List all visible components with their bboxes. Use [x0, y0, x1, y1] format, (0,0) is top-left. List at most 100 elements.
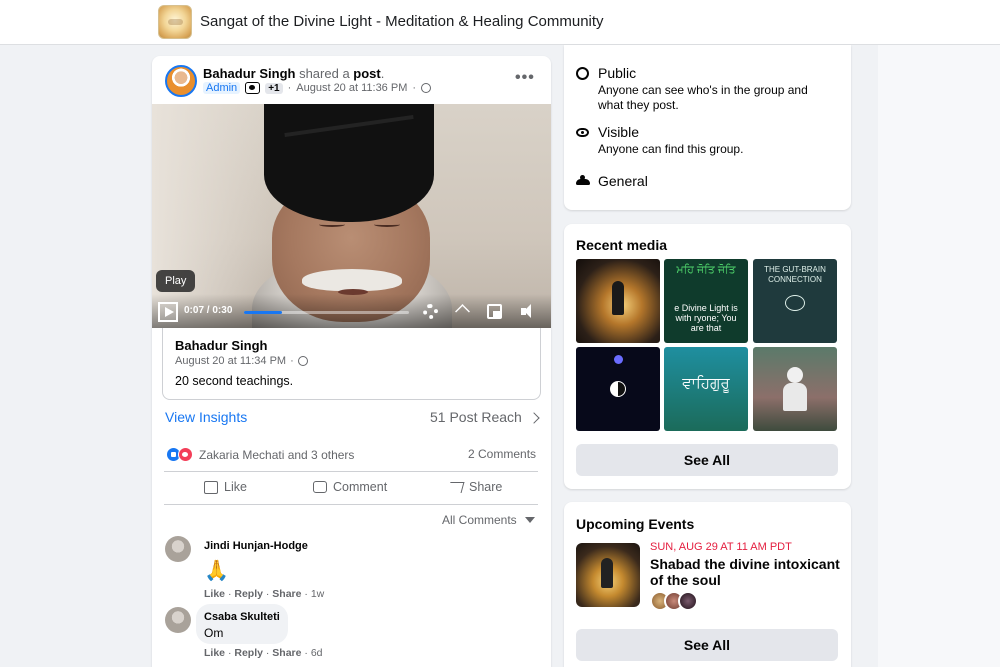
video-progress-bar[interactable] — [244, 311, 409, 314]
group-type-title: General — [598, 173, 648, 189]
meta-separator: · — [412, 82, 417, 94]
post-reach[interactable]: 51 Post Reach — [430, 409, 540, 425]
media-tile[interactable] — [576, 259, 660, 343]
post-reach-label: 51 Post Reach — [430, 409, 522, 425]
fullscreen-expand-icon[interactable] — [455, 304, 470, 319]
shared-post-meta: August 20 at 11:34 PM · — [175, 355, 308, 367]
media-tile[interactable] — [753, 347, 837, 431]
love-reaction-icon — [178, 447, 193, 462]
comments-filter-label: All Comments — [442, 513, 517, 527]
event-attendees[interactable] — [650, 591, 698, 611]
upcoming-events-card: Upcoming Events SUN, AUG 29 AT 11 AM PDT… — [564, 502, 851, 667]
globe-icon — [297, 356, 308, 366]
privacy-description: Anyone can see who's in the group and wh… — [598, 83, 808, 112]
media-tile-text: ਵਾਹਿਗੁਰੂ — [682, 375, 730, 392]
post-timestamp[interactable]: August 20 at 11:36 PM — [296, 82, 407, 94]
media-tile-text: e Divine Light is with ryone; You are th… — [674, 303, 738, 333]
comments-filter-dropdown[interactable]: All Comments — [442, 513, 535, 527]
member-badge-icon[interactable] — [245, 82, 261, 94]
comment-age[interactable]: 1w — [311, 588, 324, 600]
people-icon — [576, 175, 590, 188]
media-tile[interactable]: ਵਾਹਿਗੁਰੂ — [664, 347, 748, 431]
comment-actions: Like · Reply · Share · 1w — [204, 588, 324, 600]
video-frame-mustache — [302, 269, 402, 291]
commenter-name[interactable]: Csaba Skulteti — [204, 611, 280, 623]
post-author-name[interactable]: Bahadur Singh — [203, 66, 295, 81]
media-tile[interactable] — [576, 347, 660, 431]
comment-reply-link[interactable]: Reply — [234, 647, 263, 659]
settings-gear-icon[interactable] — [423, 304, 438, 319]
separator: · — [304, 588, 308, 600]
comment-age[interactable]: 6d — [311, 647, 323, 659]
meta-separator: · — [287, 82, 292, 94]
duration: 0:30 — [212, 305, 233, 316]
play-icon[interactable] — [158, 302, 178, 322]
shared-post-author[interactable]: Bahadur Singh — [175, 338, 267, 353]
separator: · — [227, 588, 232, 600]
media-tile[interactable]: ਮਹਿ ਜੋਤਿ ਜੋਤਿ e Divine Light is with ryo… — [664, 259, 748, 343]
extra-badges-count[interactable]: +1 — [265, 82, 283, 94]
shared-period: . — [380, 66, 385, 81]
see-all-media-button[interactable]: See All — [576, 444, 838, 476]
video-frame-turban — [264, 104, 434, 222]
about-card: Public Anyone can see who's in the group… — [564, 45, 851, 210]
shared-post-box[interactable]: Bahadur Singh August 20 at 11:34 PM · 20… — [162, 328, 541, 400]
comment-reply-link[interactable]: Reply — [234, 588, 263, 600]
separator: · — [265, 647, 270, 659]
caret-down-icon — [524, 517, 535, 523]
globe-icon — [576, 67, 589, 80]
comment-button[interactable]: Comment — [313, 480, 387, 494]
shared-post-text: 20 second teachings. — [175, 374, 294, 388]
media-tile-text: ਮਹਿ ਜੋਤਿ ਜੋਤਿ — [676, 264, 736, 276]
video-frame-eye — [319, 222, 345, 227]
see-all-events-button[interactable]: See All — [576, 629, 838, 661]
comment-like-link[interactable]: Like — [204, 647, 225, 659]
shared-object-link[interactable]: post — [353, 66, 380, 81]
divider — [164, 471, 538, 472]
event-title[interactable]: Shabad the divine intoxicant of the soul — [650, 556, 840, 588]
comment-label: Comment — [333, 480, 388, 494]
admin-badge[interactable]: Admin — [203, 82, 241, 94]
share-button[interactable]: Share — [447, 480, 502, 494]
comment-like-link[interactable]: Like — [204, 588, 225, 600]
recent-media-card: Recent media ਮਹਿ ਜੋਤਿ ਜੋਤਿ e Divine Ligh… — [564, 224, 851, 489]
like-button[interactable]: Like — [204, 480, 247, 494]
attendee-avatar — [678, 591, 698, 611]
author-avatar[interactable] — [165, 65, 197, 97]
video-player[interactable]: Play 0:07 / 0:30 — [152, 104, 551, 328]
more-options-icon[interactable]: ••• — [515, 69, 535, 87]
volume-icon[interactable] — [521, 304, 536, 319]
shared-post-timestamp[interactable]: August 20 at 11:34 PM — [175, 355, 286, 367]
event-date: SUN, AUG 29 AT 11 AM PDT — [650, 541, 792, 553]
reactions-summary[interactable]: Zakaria Mechati and 3 others — [166, 447, 354, 462]
current-time: 0:07 — [184, 305, 205, 316]
media-tile[interactable]: THE GUT-BRAIN CONNECTION — [753, 259, 837, 343]
commenter-avatar[interactable] — [165, 536, 191, 562]
video-frame-eye — [374, 222, 400, 227]
commenter-avatar[interactable] — [165, 607, 191, 633]
event-thumbnail[interactable] — [576, 543, 640, 607]
upcoming-events-heading: Upcoming Events — [576, 516, 695, 532]
comment-share-link[interactable]: Share — [272, 647, 301, 659]
recent-media-heading: Recent media — [576, 237, 668, 253]
picture-in-picture-icon[interactable] — [487, 304, 502, 319]
turban-figure — [787, 367, 803, 383]
view-insights-link[interactable]: View Insights — [165, 409, 247, 425]
yin-yang-icon — [610, 381, 626, 397]
commenter-name[interactable]: Jindi Hunjan-Hodge — [204, 540, 308, 552]
divider — [164, 504, 538, 505]
group-title[interactable]: Sangat of the Divine Light - Meditation … — [200, 13, 604, 30]
post-header-line: Bahadur Singh shared a post. — [203, 66, 384, 81]
chevron-right-icon — [528, 412, 540, 424]
post-meta: Admin +1 · August 20 at 11:36 PM · — [203, 82, 432, 94]
play-tooltip: Play — [156, 270, 196, 292]
comment-share-link[interactable]: Share — [272, 588, 301, 600]
group-cover-thumbnail[interactable] — [158, 5, 192, 39]
media-tile-text: THE GUT-BRAIN CONNECTION — [764, 265, 826, 284]
robed-figure — [783, 383, 807, 411]
video-time: 0:07 / 0:30 — [184, 305, 232, 316]
comments-count[interactable]: 2 Comments — [468, 447, 536, 461]
shared-verb: shared a — [299, 66, 350, 81]
separator: · — [227, 647, 232, 659]
video-controls: 0:07 / 0:30 — [152, 294, 551, 328]
